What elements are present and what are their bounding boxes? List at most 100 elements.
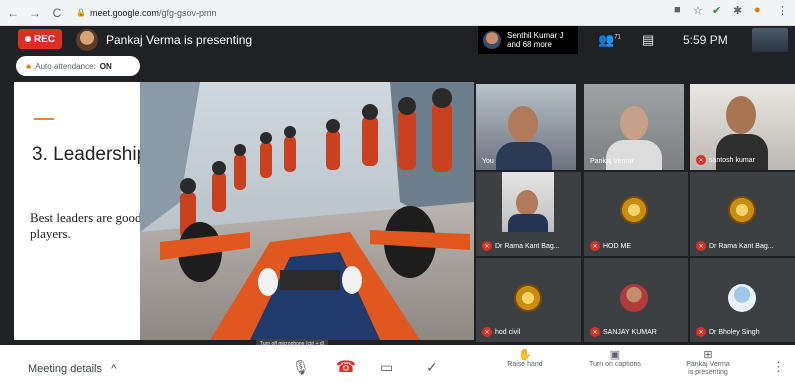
participant-shirt — [606, 140, 662, 170]
auto-attendance-state: ON — [99, 61, 112, 71]
mic-off-icon: ✕ — [696, 241, 706, 251]
people-icon[interactable]: 👥71 — [598, 32, 621, 48]
participants-summary: Senthil Kumar J and 68 more — [507, 31, 563, 49]
participant-shirt — [496, 142, 552, 170]
tile-label: Pankaj Verma — [590, 158, 634, 165]
participant-tile-bholey-singh[interactable]: ✕ Dr Bholey Singh — [690, 258, 795, 342]
tile-name: Dr Bholey Singh — [709, 328, 760, 336]
tile-name: HOD ME — [603, 242, 631, 250]
tile-label: ✕ SANJAY KUMAR — [590, 327, 657, 337]
more-options-icon[interactable]: ⋮ — [772, 359, 785, 375]
meeting-controls-bar: Meeting details ^ 🎙 ☎ ▭ ✓ ✋ Raise hand ▣… — [0, 345, 795, 389]
auto-attendance-label: Auto attendance: — [35, 61, 96, 71]
tile-label: You — [482, 158, 494, 165]
avatar — [483, 31, 501, 49]
address-bar[interactable]: 🔒 meet.google.com/gfg-gsov-pmn — [76, 8, 217, 18]
present-icon: ⊞ — [703, 349, 713, 361]
meeting-details-label: Meeting details — [28, 363, 102, 375]
auto-attendance-pill[interactable]: ♣ Auto attendance: ON — [16, 56, 140, 76]
avatar — [620, 196, 648, 224]
lock-icon: 🔒 — [76, 8, 86, 17]
record-dot-icon — [24, 36, 31, 42]
rec-label: REC — [33, 33, 56, 45]
avatar — [508, 106, 538, 142]
captions-icon: ▣ — [609, 349, 621, 361]
participants-name: Senthil Kumar J — [507, 31, 564, 40]
attendance-icon: ♣ — [26, 61, 32, 71]
self-view-thumbnail[interactable] — [752, 28, 788, 52]
camera-toggle-icon[interactable]: ▭ — [380, 359, 393, 376]
camera-icon[interactable]: ■ — [674, 4, 681, 16]
clock: 5:59 PM — [683, 33, 728, 47]
tile-name: SANJAY KUMAR — [603, 328, 657, 336]
mic-off-icon: ✕ — [696, 327, 706, 337]
url-host: meet.google.com — [89, 7, 160, 18]
hang-up-icon[interactable]: ☎ — [336, 357, 356, 377]
avatar — [620, 284, 648, 312]
tile-name: Dr Rama Kant Bag... — [495, 242, 560, 250]
mic-off-icon: ✕ — [590, 241, 600, 251]
presenting-label-2: is presenting — [688, 369, 728, 376]
avatar — [728, 196, 756, 224]
participant-tile-you[interactable]: You — [476, 84, 576, 170]
tile-label: ✕ Dr Rama Kant Bag... — [696, 241, 774, 251]
reload-icon[interactable]: C — [48, 4, 66, 22]
profile-icon[interactable]: ● — [754, 4, 761, 16]
avatar — [726, 96, 756, 134]
present-now-button[interactable]: ⊞ Pankaj Verma is presenting — [676, 349, 740, 377]
slide-title: 3. Leadership — [32, 144, 148, 165]
checkmark-icon[interactable]: ✓ — [426, 359, 438, 376]
captions-button[interactable]: ▣ Turn on captions — [580, 349, 650, 369]
tile-name: You — [482, 158, 494, 165]
participant-tile-santosh-kumar[interactable]: ✕ santosh kumar — [690, 84, 795, 170]
slide-accent-line — [34, 118, 54, 120]
mic-off-icon: ✕ — [482, 241, 492, 251]
captions-label: Turn on captions — [589, 361, 641, 368]
raise-hand-button[interactable]: ✋ Raise hand — [500, 350, 550, 369]
avatar — [514, 284, 542, 312]
raise-hand-label: Raise hand — [507, 361, 543, 368]
participant-tile-sanjay-kumar[interactable]: ✕ SANJAY KUMAR — [584, 258, 688, 342]
forward-icon[interactable]: → — [26, 4, 44, 22]
presenting-label-1: Pankaj Verma — [686, 361, 730, 368]
mic-off-icon: ✕ — [696, 155, 706, 165]
tile-label: ✕ HOD ME — [590, 241, 631, 251]
tile-label: ✕ hod civil — [482, 327, 520, 337]
participant-tile-rama-kant-2[interactable]: ✕ Dr Rama Kant Bag... — [690, 172, 795, 256]
avatar — [516, 190, 538, 216]
tile-name: santosh kumar — [709, 156, 755, 164]
mic-off-icon: ✕ — [482, 327, 492, 337]
chevron-up-icon: ^ — [111, 363, 117, 375]
mic-off-icon: ✕ — [590, 327, 600, 337]
tile-name: Pankaj Verma — [590, 158, 634, 165]
extensions-icon[interactable]: ✱ — [733, 4, 742, 17]
browser-menu-icon[interactable]: ⋮ — [777, 4, 788, 17]
participant-tile-hod-me[interactable]: ✕ HOD ME — [584, 172, 688, 256]
participants-chip[interactable]: Senthil Kumar J and 68 more — [478, 26, 578, 54]
tile-name: hod civil — [495, 328, 521, 336]
participant-tile-pankaj-verma[interactable]: Pankaj Verma — [584, 84, 684, 170]
back-icon[interactable]: ← — [4, 4, 22, 22]
tile-name: Dr Rama Kant Bag... — [709, 242, 774, 250]
presenting-status: Pankaj Verma is presenting — [106, 33, 253, 47]
people-count: 71 — [614, 34, 621, 41]
meet-header: REC Pankaj Verma is presenting — [0, 26, 795, 54]
meeting-details-button[interactable]: Meeting details ^ — [28, 363, 116, 375]
check-extension-icon[interactable]: ✔ — [712, 4, 721, 17]
participant-tile-rama-kant-1[interactable]: ✕ Dr Rama Kant Bag... — [476, 172, 581, 256]
chat-icon[interactable]: ▤ — [642, 32, 654, 48]
presentation-slide: 3. Leadership Best leaders are good team… — [14, 82, 474, 340]
url-path: /gfg-gsov-pmn — [159, 7, 217, 18]
star-icon[interactable]: ☆ — [693, 4, 703, 17]
slide-photo — [140, 82, 474, 340]
tile-label: ✕ Dr Bholey Singh — [696, 327, 760, 337]
participants-more: and 68 more — [507, 40, 552, 49]
microphone-icon[interactable]: 🎙 — [292, 359, 310, 376]
browser-toolbar: ← → C 🔒 meet.google.com/gfg-gsov-pmn ■ ☆… — [0, 0, 795, 26]
participant-tile-hod-civil[interactable]: ✕ hod civil — [476, 258, 581, 342]
pit-stop-image — [140, 82, 474, 340]
avatar — [620, 106, 648, 140]
participant-shirt — [508, 214, 548, 232]
recording-badge: REC — [18, 29, 62, 49]
avatar — [728, 284, 756, 312]
